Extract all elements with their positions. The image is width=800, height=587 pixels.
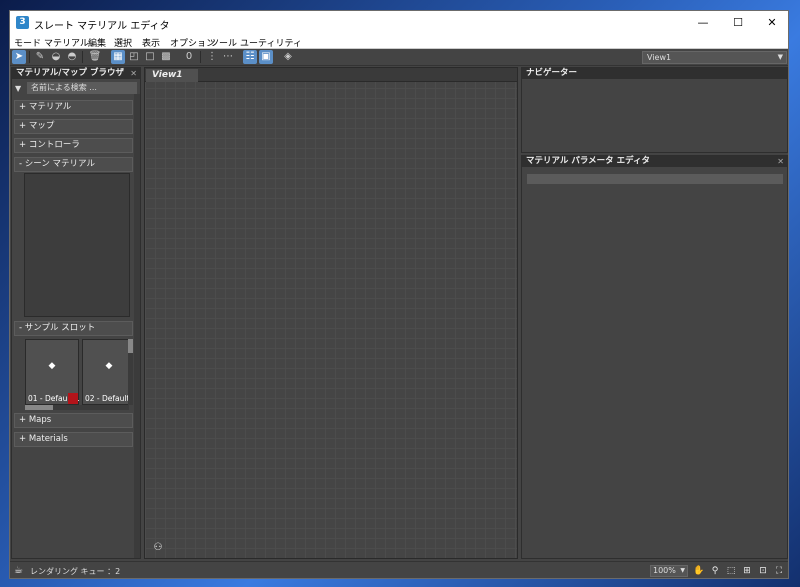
window-title: スレート マテリアル エディタ: [34, 21, 170, 32]
put-to-scene-icon[interactable]: ◒: [49, 50, 63, 64]
pick-arrow-icon[interactable]: ➤: [12, 50, 26, 64]
navigator-panel: ナビゲーター: [521, 67, 788, 153]
assign-material-icon[interactable]: ◓: [65, 50, 79, 64]
binoculars-icon[interactable]: ⚇: [151, 542, 165, 554]
chevron-down-icon: ▼: [777, 53, 783, 61]
app-icon: 3: [16, 16, 29, 29]
layout-vertical-icon[interactable]: ⋮: [205, 50, 219, 64]
browser-search: ▼ 名前による検索 ...: [15, 81, 137, 95]
slate-material-editor-window: 3 スレート マテリアル エディタ — ☐ ✕ モード マテリアル 編集 選択 …: [9, 10, 789, 579]
teapot-icon: ◆: [48, 361, 56, 371]
teapot-icon: ◆: [105, 361, 113, 371]
section-materials-en[interactable]: + Materials: [14, 432, 133, 447]
zoom-icon[interactable]: ⚲: [709, 565, 721, 577]
tab-view1[interactable]: View1: [146, 69, 198, 82]
hide-unused-icon[interactable]: ◰: [127, 50, 141, 64]
zoom-value: 100%: [653, 566, 676, 575]
view-tab-bar: View1: [145, 68, 517, 82]
close-icon[interactable]: ✕: [130, 68, 137, 79]
zoom-region-icon[interactable]: ⬚: [725, 565, 737, 577]
zoom-selected-icon[interactable]: ⊡: [757, 565, 769, 577]
toolbar: ➤ ✎ ◒ ◓ 🗑 ▦ ◰ □ ▩ 0 ⋮ ⋯ ☷ ▣ ◈ View1 ▼: [10, 49, 788, 66]
scene-materials-list[interactable]: [24, 173, 130, 317]
render-queue-text: レンダリング キュー ：2: [30, 567, 121, 576]
move-children-icon[interactable]: ▦: [111, 50, 125, 64]
menu-options[interactable]: オプション: [170, 36, 215, 49]
slots-vertical-scrollbar[interactable]: [128, 339, 133, 405]
navigator-title: ナビゲーター: [526, 68, 578, 78]
search-input[interactable]: 名前による検索 ...: [27, 82, 137, 94]
section-materials[interactable]: + マテリアル: [14, 100, 133, 115]
title-bar: 3 スレート マテリアル エディタ — ☐ ✕: [10, 11, 788, 35]
browser-title: マテリアル/マップ ブラウザ: [16, 68, 124, 78]
search-options-icon[interactable]: ▼: [15, 84, 27, 93]
view-select-value: View1: [647, 53, 672, 62]
section-maps-en[interactable]: + Maps: [14, 413, 133, 428]
layout-all-icon[interactable]: ☷: [243, 50, 257, 64]
view-select-dropdown[interactable]: View1 ▼: [642, 51, 787, 64]
slot-preview: ◆: [86, 343, 128, 389]
toolbar-separator: [200, 51, 201, 63]
slot-label: 02 - Default: [85, 394, 130, 403]
pan-hand-icon[interactable]: ✋: [693, 565, 705, 577]
material-map-browser: マテリアル/マップ ブラウザ ✕ ▼ 名前による検索 ... + マテリアル +…: [11, 67, 141, 559]
slot-preview: ◆: [29, 343, 75, 389]
sample-slot[interactable]: ◆ 02 - Default: [82, 339, 130, 405]
navigator-header: ナビゲーター: [522, 68, 787, 79]
select-by-material-icon[interactable]: ◈: [281, 50, 295, 64]
material-id-icon[interactable]: 0: [182, 50, 196, 64]
scrollbar-thumb[interactable]: [25, 405, 53, 410]
param-editor-header: マテリアル パラメータ エディタ ✕: [522, 156, 787, 167]
menu-material[interactable]: マテリアル: [44, 36, 89, 49]
delete-icon[interactable]: 🗑: [88, 50, 102, 64]
menu-edit[interactable]: 編集: [88, 36, 106, 49]
browser-header: マテリアル/マップ ブラウザ ✕: [12, 68, 140, 79]
node-view[interactable]: View1 ⚇: [144, 67, 518, 559]
parameter-editor-panel: マテリアル パラメータ エディタ ✕: [521, 155, 788, 559]
close-button[interactable]: ✕: [755, 11, 789, 35]
background-icon[interactable]: ▩: [159, 50, 173, 64]
zoom-dropdown[interactable]: 100% ▼: [650, 565, 688, 577]
zoom-extents-icon[interactable]: ⊞: [741, 565, 753, 577]
menu-select[interactable]: 選択: [114, 36, 132, 49]
param-editor-title: マテリアル パラメータ エディタ: [526, 156, 650, 166]
teapot-icon: ☕: [14, 565, 23, 576]
menu-utilities[interactable]: ユーティリティ: [240, 36, 302, 49]
menu-mode[interactable]: モード: [14, 36, 41, 49]
sample-slot[interactable]: ◆ 01 - Default...: [25, 339, 80, 405]
menu-tools[interactable]: ツール: [210, 36, 237, 49]
section-maps[interactable]: + マップ: [14, 119, 133, 134]
chevron-down-icon: ▼: [680, 567, 685, 574]
menu-bar: モード マテリアル 編集 選択 表示 オプション ツール ユーティリティ: [10, 35, 788, 49]
layout-children-icon[interactable]: ▣: [259, 50, 273, 64]
slots-horizontal-scrollbar[interactable]: [25, 405, 129, 410]
section-sample-slots[interactable]: - サンプル スロット: [14, 321, 133, 336]
close-icon[interactable]: ✕: [777, 156, 784, 167]
toolbar-separator: [29, 51, 30, 63]
zoom-extents-all-icon[interactable]: ⛶: [773, 565, 785, 577]
eyedropper-icon[interactable]: ✎: [33, 50, 47, 64]
toolbar-separator: [82, 51, 83, 63]
layout-horizontal-icon[interactable]: ⋯: [221, 50, 235, 64]
slot-active-marker: [68, 393, 78, 404]
status-bar: ☕ レンダリング キュー ：2 100% ▼ ✋ ⚲ ⬚ ⊞ ⊡ ⛶: [10, 561, 788, 578]
browser-scrollbar[interactable]: [134, 94, 140, 558]
section-controllers[interactable]: + コントローラ: [14, 138, 133, 153]
maximize-button[interactable]: ☐: [721, 11, 755, 35]
section-scene-materials[interactable]: - シーン マテリアル: [14, 157, 133, 172]
menu-view[interactable]: 表示: [142, 36, 160, 49]
param-editor-bar: [527, 174, 783, 184]
scrollbar-thumb[interactable]: [128, 339, 133, 353]
show-map-icon[interactable]: □: [143, 50, 157, 64]
minimize-button[interactable]: —: [686, 11, 720, 35]
